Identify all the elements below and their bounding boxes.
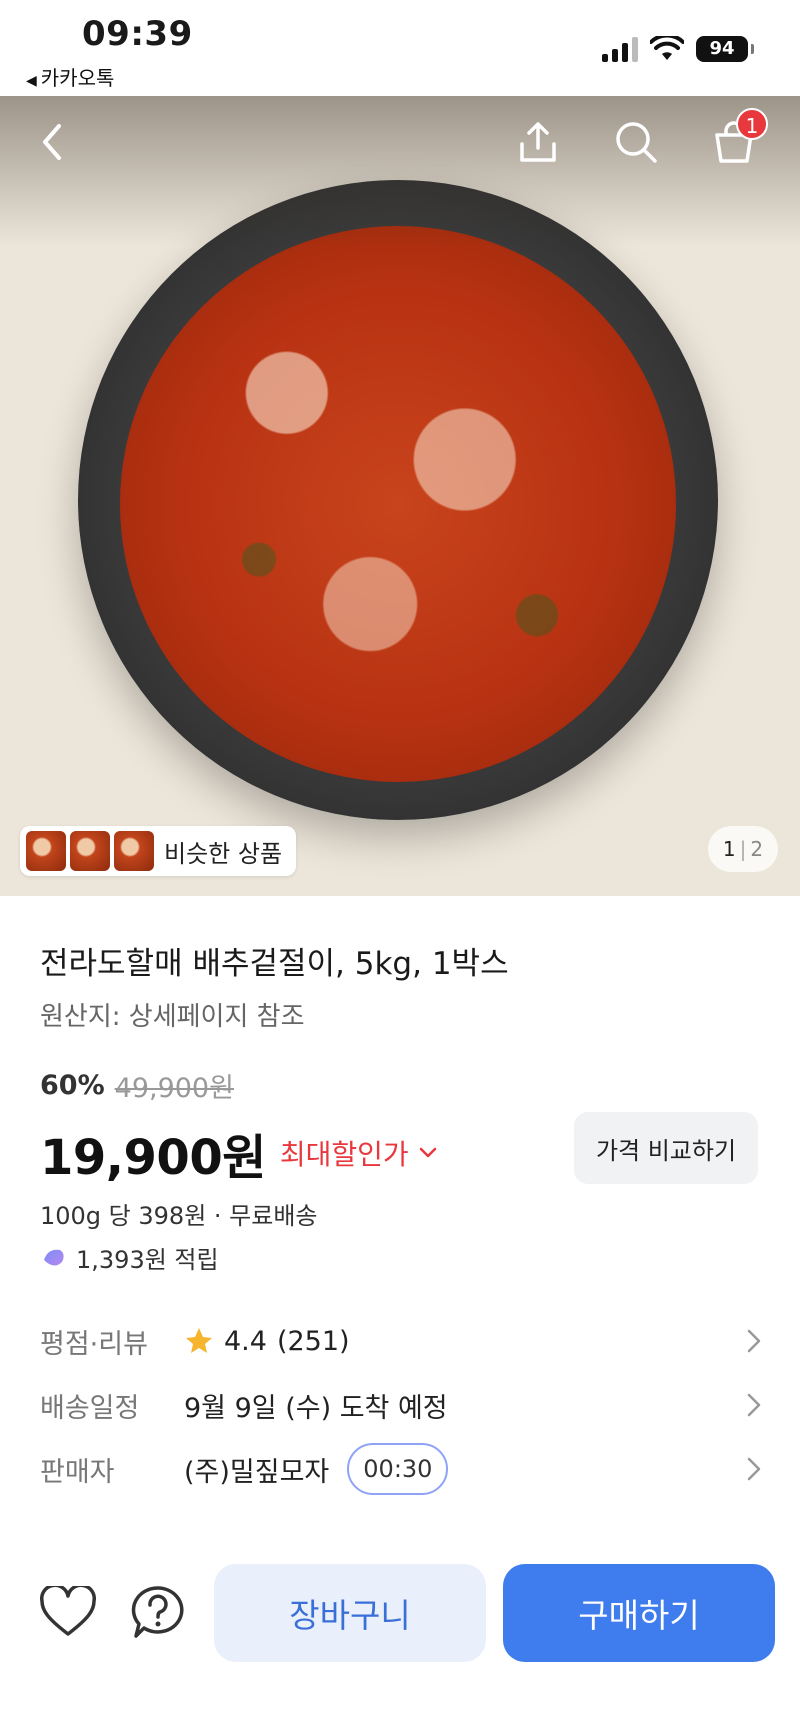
similar-products-label: 비슷한 상품 [164,839,283,868]
status-time: 09:39 [82,14,193,54]
reward-points: 1,393원 적립 [40,1240,219,1275]
unit-price: 100g 당 398원 · 무료배송 [40,1202,318,1230]
cart-count-badge: 1 [736,108,768,140]
wishlist-button[interactable] [36,1580,100,1644]
product-image-carousel[interactable]: 1 비슷한 상품 1 | 2 [0,96,800,896]
seller-key: 판매자 [40,1456,115,1488]
top-nav: 1 [0,96,800,186]
sale-price: 19,900원 [40,1130,266,1186]
similar-products-button[interactable]: 비슷한 상품 [20,826,297,876]
rating-key: 평점·리뷰 [40,1328,148,1360]
share-icon [520,122,556,162]
question-bubble-icon [131,1586,184,1638]
chevron-right-icon [747,1329,761,1353]
search-icon [616,122,657,163]
max-discount-label: 최대할인가 [279,1138,409,1171]
review-count: (251) [276,1325,350,1357]
points-icon [44,1249,64,1266]
max-discount-dropdown[interactable]: 최대할인가 [280,1133,437,1173]
rating-review-row[interactable]: 평점·리뷰 4.4 (251) [40,1316,762,1366]
battery-indicator: 94 [696,36,754,62]
cart-button[interactable]: 1 [706,108,768,170]
bottom-action-bar: 장바구니 구매하기 [0,1540,800,1731]
pager-total: 2 [750,837,764,861]
add-to-cart-button[interactable]: 장바구니 [214,1564,486,1662]
chevron-down-icon [419,1147,436,1158]
discount-row: 60% 49,900원 [40,1066,234,1105]
delivery-key: 배송일정 [40,1392,140,1424]
cellular-signal-icon [602,36,638,62]
buy-now-button[interactable]: 구매하기 [503,1564,775,1662]
share-button[interactable] [510,114,566,170]
image-pager: 1 | 2 [708,826,778,872]
back-to-app-link[interactable]: ◀ 카카오톡 [26,62,114,91]
heart-icon [40,1586,96,1636]
delivery-value: 9월 9일 (수) 도착 예정 [184,1392,448,1424]
original-price: 49,900원 [114,1073,234,1104]
inquiry-button[interactable] [126,1580,190,1644]
points-label: 1,393원 적립 [76,1246,219,1274]
back-button[interactable] [24,114,80,170]
back-app-label: 카카오톡 [40,66,115,90]
search-button[interactable] [608,114,664,170]
similar-product-thumbnail [114,831,154,871]
discount-rate: 60% [40,1070,105,1101]
product-image-kimchi [120,226,676,782]
pager-current: 1 [722,837,736,861]
price-row: 19,900원 최대할인가 [40,1118,437,1188]
similar-product-thumbnail [26,831,66,871]
star-icon [186,1328,212,1353]
rating-value: 4.4 [224,1325,267,1357]
chevron-right-icon [747,1393,761,1417]
product-title: 전라도할매 배추겉절이, 5kg, 1박스 [40,946,509,982]
wifi-icon [650,36,684,60]
chevron-right-icon [747,1457,761,1481]
seller-row[interactable]: 판매자 (주)밀짚모자 00:30 [40,1443,762,1495]
price-compare-button[interactable]: 가격 비교하기 [574,1112,758,1184]
back-triangle-icon: ◀ [26,73,37,89]
chevron-left-icon [43,124,61,160]
status-bar: 09:39 ◀ 카카오톡 94 [0,0,800,96]
status-indicators: 94 [602,36,754,62]
product-origin: 원산지: 상세페이지 참조 [40,1002,305,1032]
delivery-schedule-row[interactable]: 배송일정 9월 9일 (수) 도착 예정 [40,1380,762,1430]
countdown-timer-badge: 00:30 [347,1443,449,1495]
seller-name: (주)밀짚모자 [184,1456,330,1488]
similar-product-thumbnail [70,831,110,871]
